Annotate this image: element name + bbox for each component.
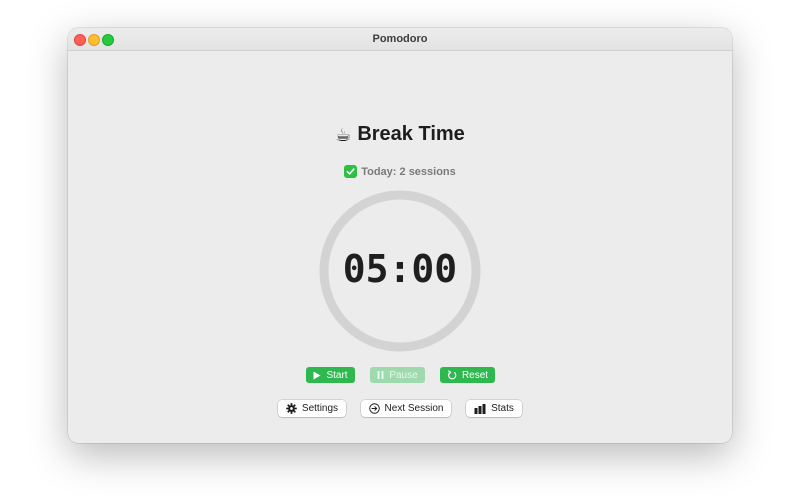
coffee-cup-icon: ☕ — [335, 124, 352, 145]
next-session-label: Next Session — [384, 403, 444, 414]
timer-ring: 05:00 — [318, 189, 482, 353]
reset-label: Reset — [461, 369, 489, 381]
timer-display: 05:00 — [342, 247, 458, 291]
session-heading: ☕ Break Time — [68, 123, 732, 146]
stats-button[interactable]: Stats — [466, 400, 522, 417]
pause-icon — [377, 371, 384, 379]
arrow-right-circle-icon — [368, 403, 380, 414]
today-status: Today: 2 sessions — [68, 165, 732, 178]
reset-icon — [447, 370, 457, 380]
settings-label: Settings — [301, 403, 339, 414]
start-button[interactable]: Start — [306, 367, 355, 383]
bottom-navigation: Settings Next Session Stats — [68, 400, 732, 417]
timer-controls: Start Pause Reset — [68, 367, 732, 383]
stats-label: Stats — [491, 403, 514, 414]
gear-icon — [286, 403, 297, 414]
session-title: Break Time — [357, 123, 465, 145]
today-session-count: Today: 2 sessions — [361, 165, 456, 178]
bar-chart-icon — [474, 403, 486, 414]
pause-button[interactable]: Pause — [370, 367, 425, 383]
settings-button[interactable]: Settings — [278, 400, 346, 417]
play-icon — [313, 371, 321, 380]
pause-label: Pause — [389, 369, 418, 381]
next-session-button[interactable]: Next Session — [361, 400, 451, 417]
start-label: Start — [326, 369, 348, 381]
reset-button[interactable]: Reset — [440, 367, 495, 383]
window-title: Pomodoro — [372, 33, 428, 45]
app-window: Pomodoro ☕ Break Time Today: 2 sessions … — [68, 28, 732, 443]
main-content: ☕ Break Time Today: 2 sessions 05:00 Sta… — [68, 51, 732, 443]
check-mark-icon — [344, 165, 358, 178]
title-bar[interactable]: Pomodoro — [68, 28, 732, 51]
